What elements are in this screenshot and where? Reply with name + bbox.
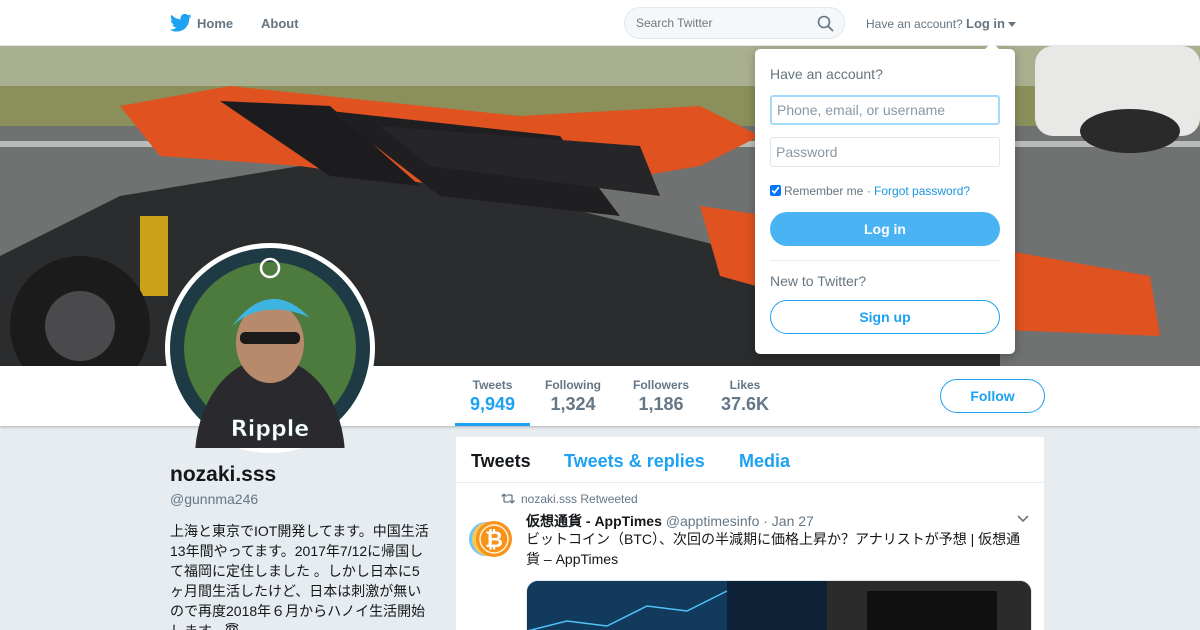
dropdown-divider xyxy=(770,260,1000,261)
stat-tweets-value: 9,949 xyxy=(470,394,516,414)
active-stat-underline xyxy=(455,423,530,426)
dropdown-arrow xyxy=(984,42,1000,50)
tab-media[interactable]: Media xyxy=(739,451,790,472)
tweet-author-avatar[interactable]: ₿ xyxy=(468,515,516,563)
password-field[interactable] xyxy=(770,137,1000,167)
follow-button[interactable]: Follow xyxy=(940,379,1045,413)
stat-following-label: Following xyxy=(545,378,601,392)
remember-separator: · xyxy=(863,184,875,198)
tab-tweets[interactable]: Tweets xyxy=(471,451,531,472)
bitcoin-avatar-icon[interactable]: ₿ xyxy=(468,515,516,563)
tab-tweets-and-replies[interactable]: Tweets & replies xyxy=(564,451,705,472)
top-navigation-bar: Home About Have an account? Log in xyxy=(0,0,1200,46)
tweet-timestamp[interactable]: · Jan 27 xyxy=(763,513,814,529)
search-input[interactable] xyxy=(636,16,806,30)
search-icon[interactable] xyxy=(817,15,834,32)
retweet-context[interactable]: nozaki.sss Retweeted xyxy=(501,492,638,506)
stat-following[interactable]: Following 1,324 xyxy=(545,378,601,415)
stat-tweets[interactable]: Tweets 9,949 xyxy=(470,378,515,415)
tweet-media-image[interactable] xyxy=(527,581,1032,630)
bitcoin-glyph: ₿ xyxy=(485,528,503,553)
signup-button[interactable]: Sign up xyxy=(770,300,1000,334)
tweet-header: 仮想通貨 - AppTimes @apptimesinfo · Jan 27 xyxy=(526,511,814,531)
tweet-media-card[interactable] xyxy=(526,580,1032,630)
avatar-image[interactable]: Ripple xyxy=(170,248,370,558)
timeline: Tweets Tweets & replies Media nozaki.sss… xyxy=(456,437,1044,630)
stat-followers-label: Followers xyxy=(633,378,690,392)
stat-followers[interactable]: Followers 1,186 xyxy=(633,378,689,415)
forgot-password-link[interactable]: Forgot password? xyxy=(874,184,970,198)
login-link-label[interactable]: Log in xyxy=(966,16,1005,31)
nav-about-link[interactable]: About xyxy=(261,16,299,31)
remember-me-checkbox[interactable] xyxy=(770,185,781,196)
new-to-twitter-text: New to Twitter? xyxy=(770,273,867,289)
stat-following-value: 1,324 xyxy=(550,394,596,414)
stat-tweets-label: Tweets xyxy=(472,378,513,392)
avatar-ripple-label: Ripple xyxy=(231,417,309,442)
profile-name[interactable]: nozaki.sss xyxy=(170,463,276,487)
stat-likes-value: 37.6K xyxy=(721,394,770,414)
chevron-down-icon[interactable] xyxy=(1017,515,1029,523)
caret-down-icon[interactable] xyxy=(1008,22,1016,28)
nav-home-link[interactable]: Home xyxy=(197,16,233,31)
remember-me-row: Remember me · Forgot password? xyxy=(770,184,970,198)
username-field[interactable] xyxy=(770,95,1000,125)
remember-me-label[interactable]: Remember me xyxy=(784,184,863,198)
tweet-text: ビットコイン（BTC）、次回の半減期に価格上昇か？アナリストが予想 | 仮想通貨… xyxy=(526,531,1021,567)
twitter-bird-icon[interactable] xyxy=(170,13,192,33)
retweet-icon xyxy=(501,493,515,504)
login-button[interactable]: Log in xyxy=(770,212,1000,246)
stat-likes[interactable]: Likes 37.6K xyxy=(721,378,769,415)
profile-handle[interactable]: @gunnma246 xyxy=(170,491,258,507)
stat-likes-label: Likes xyxy=(729,378,761,392)
login-dropdown-toggle[interactable]: Log in xyxy=(966,16,1016,31)
profile-avatar[interactable]: Ripple xyxy=(165,243,375,558)
profile-bio: 上海と東京でIOT開発してます。中国生活13年間やってます。2017年7/12に… xyxy=(170,523,429,630)
stat-followers-value: 1,186 xyxy=(638,394,684,414)
timeline-tabs: Tweets Tweets & replies Media xyxy=(456,437,1044,483)
tweet-author-handle[interactable]: @apptimesinfo xyxy=(666,513,760,529)
login-dropdown-title: Have an account? xyxy=(770,66,883,82)
login-dropdown: Have an account? Remember me · Forgot pa… xyxy=(755,42,1015,354)
search-box[interactable] xyxy=(624,7,845,39)
retweeted-by-text: nozaki.sss Retweeted xyxy=(521,492,638,506)
tweet-author-name[interactable]: 仮想通貨 - AppTimes xyxy=(526,513,662,529)
have-account-text: Have an account? xyxy=(866,17,963,31)
